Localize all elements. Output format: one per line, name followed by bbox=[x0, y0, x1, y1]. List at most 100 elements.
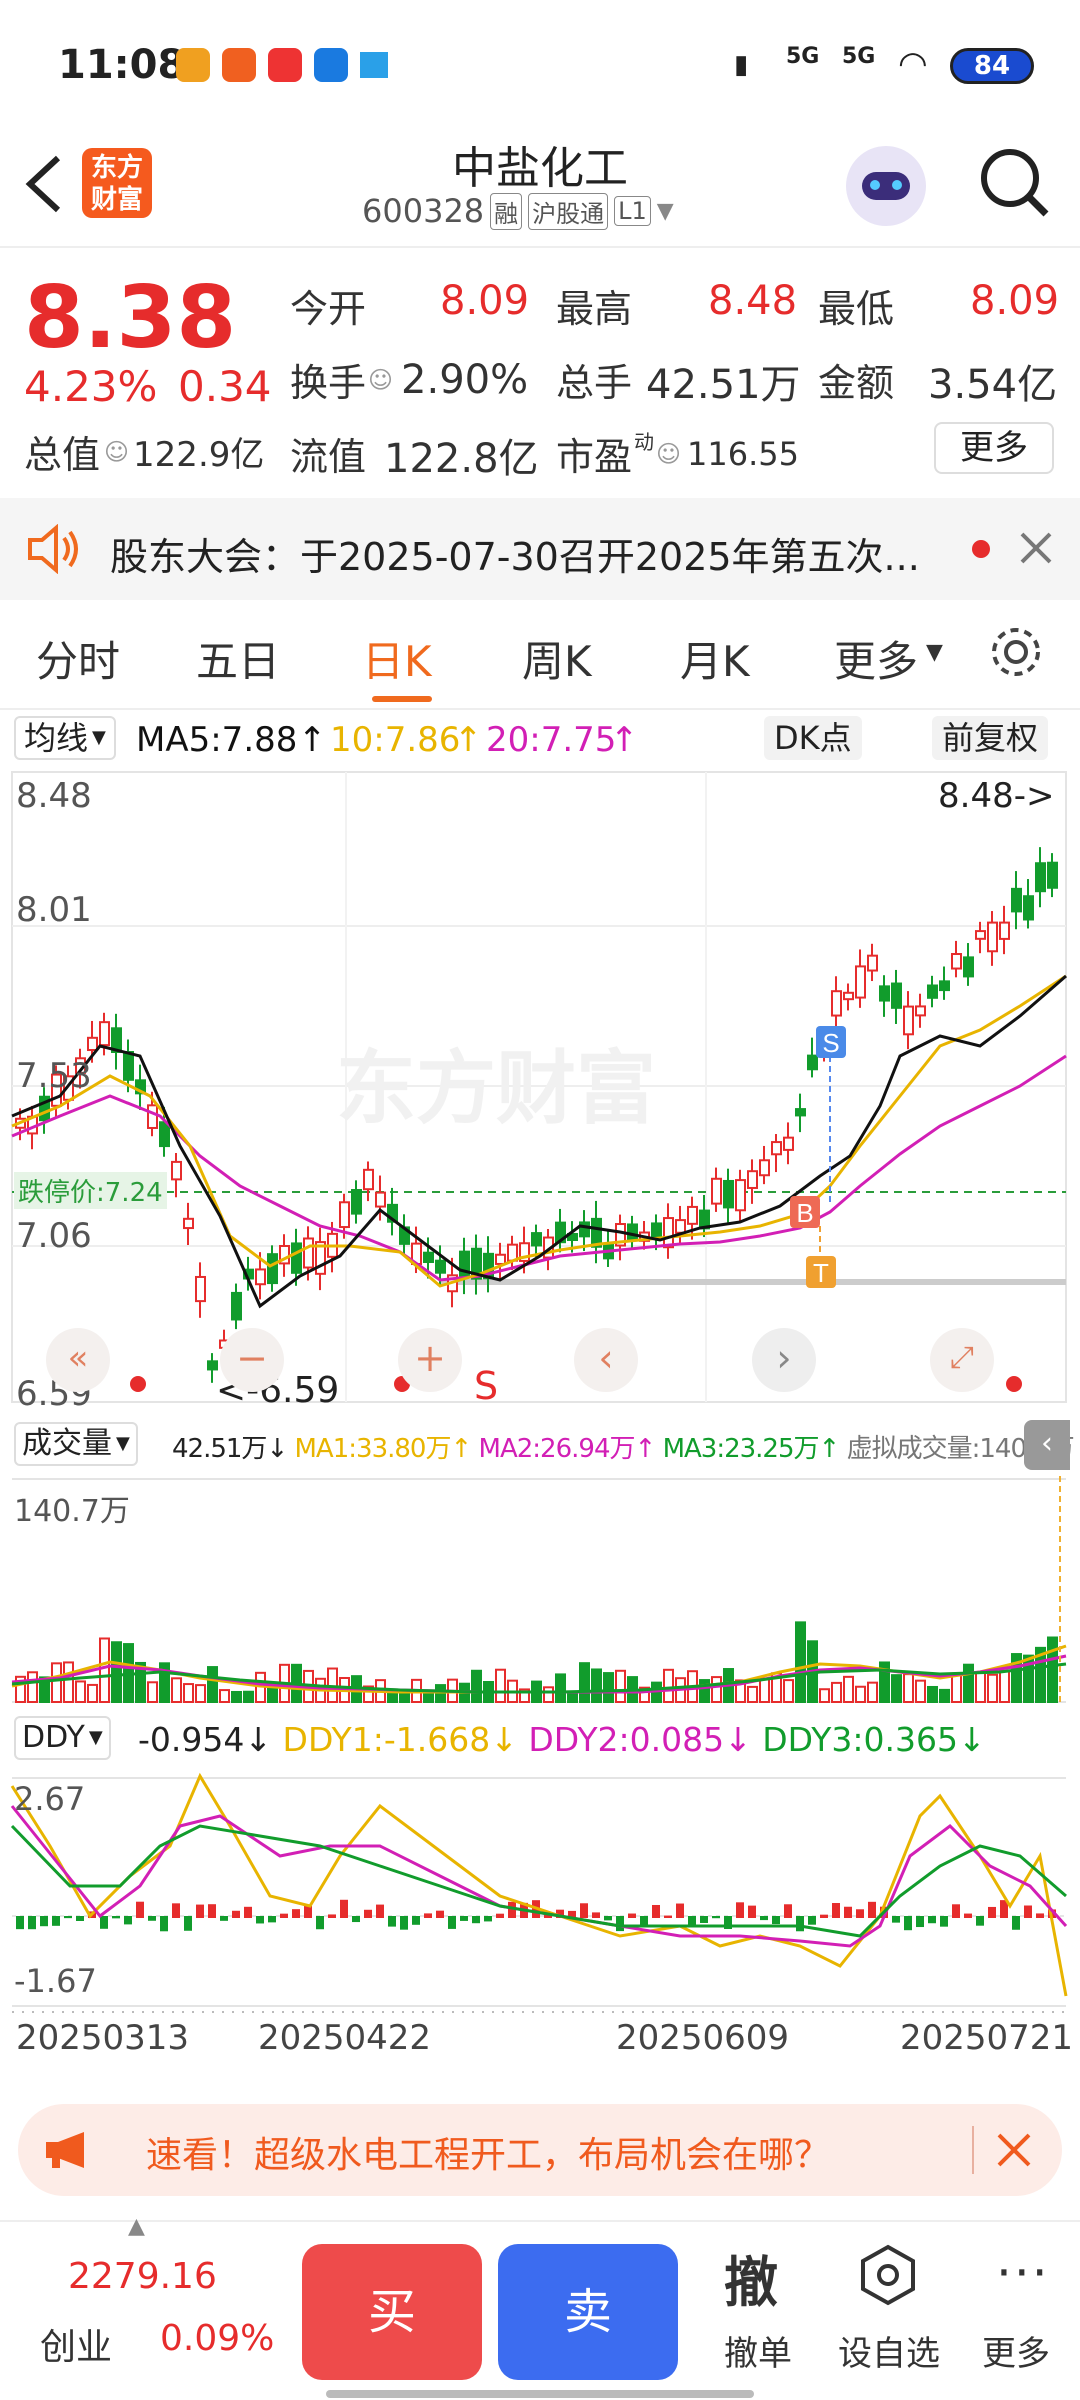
volume-bar bbox=[471, 1669, 482, 1704]
tab-indicator bbox=[372, 696, 432, 702]
info-icon[interactable]: ☺ bbox=[104, 438, 129, 466]
candle bbox=[231, 1291, 242, 1321]
ddy-bar bbox=[424, 1913, 432, 1918]
date-label-2: 20250422 bbox=[258, 2018, 432, 2058]
index-value[interactable]: 2279.16 bbox=[68, 2256, 217, 2297]
volume-value: 42.51万 bbox=[646, 362, 801, 408]
volume-bar bbox=[615, 1669, 626, 1704]
candle bbox=[1035, 862, 1046, 893]
candle bbox=[687, 1205, 698, 1225]
more-menu-button[interactable]: 更多 bbox=[982, 2326, 1050, 2375]
ma-selector[interactable]: 均线 ▼ bbox=[14, 716, 116, 760]
margin-tag: 融 bbox=[490, 192, 523, 230]
adjust-button[interactable]: 前复权 bbox=[932, 716, 1049, 760]
ddy-bar bbox=[580, 1903, 588, 1918]
date-label-4: 20250721 bbox=[900, 2018, 1074, 2058]
ddy-selector[interactable]: DDY ▼ bbox=[14, 1716, 111, 1760]
stock-code: 600328 bbox=[362, 192, 485, 230]
chevron-down-icon: ▼ bbox=[116, 1433, 130, 1454]
more-button[interactable]: 更多 bbox=[934, 422, 1054, 474]
level-tag: L1 bbox=[614, 196, 651, 226]
kline-chart[interactable]: 东方财富 S B T 8.48 8.01 7.53 7.06 6.59 跌停价:… bbox=[0, 766, 1080, 2086]
arrow-icon: ↓ bbox=[266, 1434, 295, 1464]
tab-5day[interactable]: 五日 bbox=[196, 628, 280, 689]
zoom-in-icon[interactable]: + bbox=[398, 1328, 462, 1392]
ma5-arrow-icon: ↑ bbox=[298, 720, 327, 760]
ddy-legend: -0.954↓ DDY1:-1.668↓ DDY2:0.085↓ DDY3:0.… bbox=[138, 1720, 986, 1759]
ddy-bar bbox=[268, 1916, 276, 1923]
tab-daily[interactable]: 日K bbox=[362, 628, 432, 689]
info-icon[interactable]: ☺ bbox=[656, 440, 681, 468]
cloud-icon bbox=[360, 52, 388, 78]
vol-value: 42.51万 bbox=[172, 1434, 267, 1464]
telecom-icon bbox=[314, 48, 348, 82]
signal-icon-2: 5G bbox=[842, 44, 876, 69]
tab-monthly[interactable]: 月K bbox=[680, 628, 750, 689]
candle bbox=[207, 1360, 218, 1371]
ma-selector-label: 均线 bbox=[24, 719, 89, 757]
promo-banner[interactable]: 速看！超级水电工程开工，布局机会在哪？ bbox=[18, 2104, 1062, 2196]
candle bbox=[951, 953, 962, 970]
close-icon[interactable] bbox=[1018, 530, 1054, 566]
add-watchlist-button[interactable]: 设自选 bbox=[838, 2326, 940, 2375]
gear-icon[interactable] bbox=[988, 624, 1044, 680]
candle bbox=[531, 1232, 542, 1247]
prev-icon[interactable]: ‹ bbox=[574, 1328, 638, 1392]
signal-icon-1: 5G bbox=[786, 44, 820, 69]
collapse-icon[interactable]: ‹ bbox=[1024, 1420, 1070, 1470]
ddy-bar bbox=[352, 1916, 360, 1923]
dk-button[interactable]: DK点 bbox=[764, 716, 862, 760]
arrow-icon: ↓ bbox=[958, 1720, 986, 1759]
ma10-value: 10:7.86 bbox=[330, 720, 461, 760]
zoom-out-icon[interactable]: − bbox=[220, 1328, 284, 1392]
next-icon[interactable]: › bbox=[752, 1328, 816, 1392]
divider bbox=[972, 2126, 974, 2174]
dropdown-icon[interactable]: ▼ bbox=[657, 199, 674, 224]
low-value: 8.09 bbox=[970, 278, 1060, 324]
speaker-icon bbox=[28, 524, 78, 574]
ddy3-value: DDY3:0.365 bbox=[762, 1720, 959, 1759]
candle bbox=[975, 930, 986, 940]
close-icon[interactable] bbox=[996, 2132, 1032, 2168]
tab-more[interactable]: 更多 bbox=[834, 628, 918, 689]
expand-icon[interactable]: ▲ bbox=[128, 2214, 145, 2239]
add-watchlist-icon[interactable] bbox=[860, 2244, 916, 2306]
search-icon[interactable] bbox=[978, 146, 1050, 218]
tab-intraday[interactable]: 分时 bbox=[36, 628, 120, 689]
candle bbox=[831, 990, 842, 1017]
volume-bar bbox=[963, 1663, 974, 1703]
index-name[interactable]: 创业 bbox=[40, 2318, 112, 2370]
cancel-order-button[interactable]: 撤单 bbox=[724, 2326, 792, 2375]
volume-selector[interactable]: 成交量 ▼ bbox=[14, 1422, 138, 1466]
cancel-icon[interactable]: 撤 bbox=[724, 2238, 778, 2317]
candle bbox=[723, 1179, 734, 1209]
buy-button[interactable]: 买 bbox=[302, 2244, 482, 2380]
volume-bars bbox=[15, 1621, 1058, 1704]
tab-weekly[interactable]: 周K bbox=[522, 628, 592, 689]
ddy-bar bbox=[868, 1901, 876, 1918]
index-pct[interactable]: 0.09% bbox=[160, 2318, 274, 2359]
home-indicator bbox=[326, 2390, 754, 2398]
dot-marker bbox=[1006, 1376, 1022, 1392]
more-dots-icon[interactable]: ··· bbox=[996, 2244, 1050, 2302]
candle bbox=[963, 956, 974, 978]
ddy-bar bbox=[664, 1915, 672, 1918]
candle bbox=[1023, 895, 1034, 921]
sell-button[interactable]: 卖 bbox=[498, 2244, 678, 2380]
ddy-bar bbox=[688, 1916, 696, 1926]
ddy-bar bbox=[892, 1916, 900, 1923]
notice-bar[interactable]: 股东大会：于2025-07-30召开2025年第五次... bbox=[0, 498, 1080, 600]
info-icon[interactable]: ☺ bbox=[368, 366, 393, 394]
candle bbox=[747, 1170, 758, 1189]
fullscreen-icon[interactable]: ⤢ bbox=[930, 1328, 994, 1392]
rewind-icon[interactable]: « bbox=[46, 1328, 110, 1392]
ma5-value: MA5:7.88 bbox=[136, 720, 298, 760]
ddy-bar bbox=[976, 1916, 984, 1926]
ddy2-value: DDY2:0.085 bbox=[528, 1720, 725, 1759]
ddy-bar bbox=[280, 1913, 288, 1918]
assistant-robot-icon[interactable] bbox=[846, 146, 926, 226]
ddy-bar bbox=[184, 1916, 192, 1931]
volume-bar bbox=[831, 1681, 842, 1703]
ddy-bar bbox=[100, 1916, 108, 1929]
ddy-bar bbox=[676, 1903, 684, 1918]
